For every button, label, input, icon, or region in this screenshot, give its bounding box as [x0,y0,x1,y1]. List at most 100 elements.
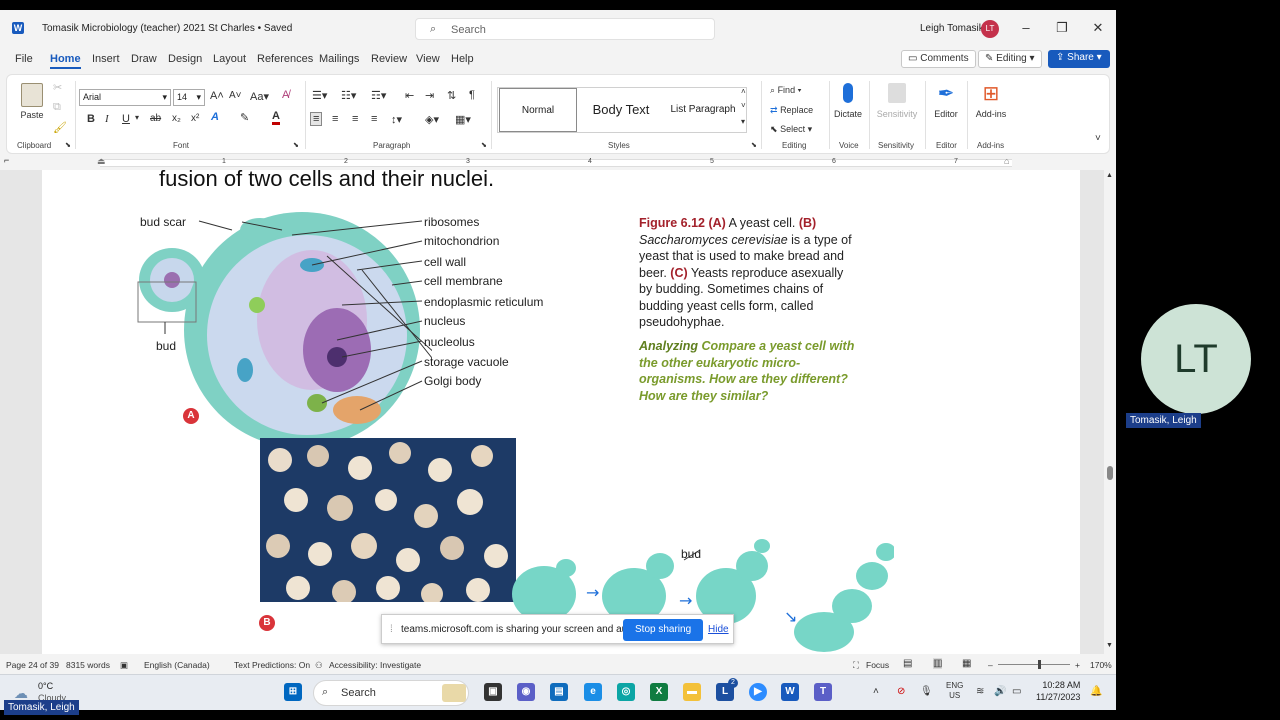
justify-icon[interactable]: ≡ [371,113,377,125]
shading-icon[interactable]: ◈▾ [425,113,439,126]
cut-icon[interactable]: ✂ [53,81,62,94]
start-icon[interactable]: ⊞ [284,683,302,701]
web-layout-icon[interactable]: ▦ [962,658,971,669]
scrollbar-thumb[interactable] [1107,466,1113,480]
restore-icon[interactable]: ❐ [1052,20,1072,36]
tab-selector-icon[interactable]: ⌐ [4,155,9,165]
notification-bell-icon[interactable]: 🔔 [1090,686,1102,697]
word-count[interactable]: 8315 words [66,660,110,670]
underline-icon[interactable]: U [122,113,130,125]
volume-icon[interactable]: 🔊 [994,686,1006,697]
hide-banner-link[interactable]: Hide [708,624,729,635]
clear-formatting-icon[interactable]: A̸ [282,89,289,101]
tab-design[interactable]: Design [168,53,202,65]
sensitivity-button[interactable]: Sensitivity [873,83,921,119]
editing-mode-button[interactable]: ✎ Editing ▾ [978,50,1042,68]
search-box[interactable]: ⌕ Search [415,18,715,40]
close-icon[interactable]: ✕ [1088,20,1108,36]
paste-button[interactable]: Paste [17,83,47,120]
print-layout-icon[interactable]: ▥ [933,658,943,669]
change-case-icon[interactable]: Aa▾ [250,90,269,103]
tab-layout[interactable]: Layout [213,53,246,65]
tab-draw[interactable]: Draw [131,53,157,65]
highlight-icon[interactable]: ✎ [240,111,249,124]
word-taskbar-icon[interactable]: W [781,683,799,701]
excel-icon[interactable]: X [650,683,668,701]
zoom-level[interactable]: 170% [1090,660,1112,670]
focus-button[interactable]: Focus [866,660,889,670]
participant-avatar[interactable]: LT [1141,304,1251,414]
dialog-launcher-icon[interactable]: ⬊ [293,141,299,149]
font-color-icon[interactable]: A [272,111,280,125]
find-button[interactable]: ⌕ Find ▾ [770,85,801,96]
zoom-out-icon[interactable]: – [988,660,993,670]
left-indent-marker[interactable]: ⏏ [97,156,106,167]
battery-icon[interactable]: ▭ [1012,686,1021,697]
store-icon[interactable]: ▤ [550,683,568,701]
italic-icon[interactable]: I [105,113,109,125]
scroll-up-icon[interactable]: ▲ [1106,172,1113,179]
language-status[interactable]: English (Canada) [144,660,210,670]
tray-overflow-icon[interactable]: ˄ [873,686,879,697]
ribbon-collapse-icon[interactable]: ˅ [1095,133,1101,144]
font-name-combo[interactable]: Arial ▾ [79,89,171,106]
strikethrough-icon[interactable]: ab [150,113,161,124]
zoom-in-icon[interactable]: + [1075,660,1080,670]
defender-icon[interactable]: ⊘ [897,686,905,697]
zoom-slider-track[interactable] [998,664,1070,665]
tab-review[interactable]: Review [371,53,407,65]
task-view-icon[interactable]: ▣ [484,683,502,701]
increase-indent-icon[interactable]: ⇥ [425,89,434,102]
font-size-combo[interactable]: 14 ▾ [173,89,205,106]
copy-icon[interactable]: ⧉ [53,101,61,114]
document-title[interactable]: Tomasik Microbiology (teacher) 2021 St C… [42,23,292,34]
chevron-down-icon[interactable]: ▾ [135,113,139,122]
right-indent-marker[interactable]: ⌂ [1004,156,1009,166]
dialog-launcher-icon[interactable]: ⬊ [65,141,71,149]
numbering-icon[interactable]: ☷▾ [341,89,356,102]
styles-scroll-down-icon[interactable]: ˅ [741,101,746,110]
style-list-paragraph[interactable]: List Paragraph [664,88,742,132]
styles-scroll-up-icon[interactable]: ˄ [741,87,746,96]
language-indicator[interactable]: ENG US [946,681,963,701]
bold-icon[interactable]: B [87,113,95,125]
superscript-icon[interactable]: x² [191,113,199,124]
edge-icon[interactable]: e [584,683,602,701]
editor-button[interactable]: ✒ Editor [929,83,963,119]
user-name[interactable]: Leigh Tomasik [920,23,984,34]
tab-view[interactable]: View [416,53,440,65]
drag-handle-icon[interactable]: ⁞ [390,624,393,635]
wifi-icon[interactable]: ≋ [976,686,984,697]
teams-icon[interactable]: T [814,683,832,701]
style-normal[interactable]: Normal [499,88,577,132]
microphone-tray-icon[interactable]: 🎙 [920,686,933,697]
tab-home[interactable]: Home [50,53,81,69]
grow-font-icon[interactable]: A˄ [210,90,224,102]
styles-more-icon[interactable]: ▾ [741,117,745,126]
format-painter-icon[interactable]: 🖌 [53,121,67,134]
subscript-icon[interactable]: x₂ [172,113,181,124]
sort-icon[interactable]: ⇅ [447,89,456,102]
align-center-icon[interactable]: ≡ [332,113,338,125]
dialog-launcher-icon[interactable]: ⬊ [481,141,487,149]
line-spacing-icon[interactable]: ↕▾ [391,113,402,126]
tab-file[interactable]: File [15,53,33,65]
align-left-icon[interactable]: ≡ [310,112,323,126]
bullets-icon[interactable]: ☰▾ [312,89,327,102]
stop-sharing-button[interactable]: Stop sharing [623,619,704,641]
zoom-app-icon[interactable]: ▶ [749,683,767,701]
tab-insert[interactable]: Insert [92,53,120,65]
read-mode-icon[interactable]: ▤ [903,658,912,669]
addins-button[interactable]: ⊞ Add-ins [971,83,1011,119]
ruler-track[interactable] [100,159,1012,167]
system-clock[interactable]: 10:28 AM 11/27/2023 [1036,679,1080,703]
teams-chat-icon[interactable]: ◉ [517,683,535,701]
text-effects-icon[interactable]: A [211,111,219,123]
scroll-down-icon[interactable]: ▼ [1106,642,1113,649]
replace-button[interactable]: ⇄ Replace [770,105,813,116]
show-marks-icon[interactable]: ¶ [469,89,475,101]
document-page[interactable]: fusion of two cells and their nuclei. bu… [42,170,1080,654]
tab-help[interactable]: Help [451,53,474,65]
text-predictions-status[interactable]: Text Predictions: On [234,660,310,670]
share-button[interactable]: ⇪ Share ▾ [1048,50,1110,68]
